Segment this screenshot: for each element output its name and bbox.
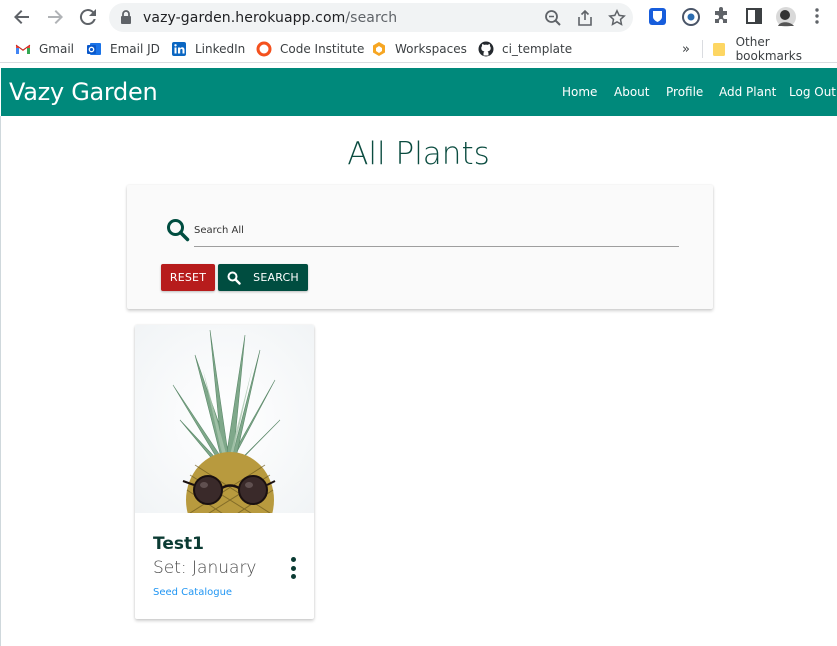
github-icon (478, 41, 494, 57)
lock-icon (120, 10, 132, 29)
nav-add-plant[interactable]: Add Plant (719, 85, 776, 99)
other-bookmarks-folder[interactable]: Other bookmarks (712, 35, 837, 63)
window-edge (0, 116, 1, 646)
card-title: Test1 (153, 534, 204, 554)
back-icon[interactable] (11, 6, 33, 28)
folder-icon (712, 41, 728, 57)
extension-grammarly-icon[interactable] (681, 7, 701, 27)
extension-bitwarden-icon[interactable] (648, 7, 668, 27)
code-institute-icon (256, 41, 272, 57)
search-icon (227, 271, 241, 285)
page-title: All Plants (347, 136, 490, 172)
extensions-puzzle-icon[interactable] (712, 7, 732, 27)
workspaces-icon (371, 41, 387, 57)
profile-avatar-icon[interactable] (776, 7, 796, 27)
bookmark-star-icon[interactable] (608, 9, 626, 27)
nav-home[interactable]: Home (562, 85, 597, 99)
more-vert-icon[interactable] (288, 557, 298, 579)
bookmarks-overflow-button[interactable]: » (682, 40, 690, 58)
search-icon (166, 218, 190, 247)
nav-log-out[interactable]: Log Out (789, 85, 836, 99)
bookmark-code-institute[interactable]: Code Institute (256, 40, 364, 58)
reload-icon[interactable] (77, 6, 99, 28)
linkedin-icon (171, 41, 187, 57)
nav-profile[interactable]: Profile (666, 85, 703, 99)
forward-icon[interactable] (44, 6, 66, 28)
side-panel-icon[interactable] (745, 7, 765, 27)
reset-button[interactable]: RESET (161, 264, 215, 291)
bookmark-ci-template[interactable]: ci_template (478, 40, 572, 58)
url-text: vazy-garden.herokuapp.com/search (143, 10, 398, 26)
bookmark-gmail[interactable]: Gmail (15, 40, 74, 58)
brand-logo[interactable]: Vazy Garden (9, 78, 158, 106)
bookmarks-divider (702, 40, 703, 58)
gmail-icon (15, 41, 31, 57)
browser-toolbar: vazy-garden.herokuapp.com/search (0, 0, 837, 35)
search-input[interactable]: Search All (194, 221, 679, 247)
card-subtitle: Set: January (153, 558, 257, 578)
search-panel: Search All RESET SEARCH (127, 185, 713, 309)
bookmark-workspaces[interactable]: Workspaces (371, 40, 467, 58)
bookmark-linkedin[interactable]: LinkedIn (171, 40, 245, 58)
site-navbar: Vazy Garden Home About Profile Add Plant… (1, 68, 837, 116)
plant-image[interactable] (135, 325, 314, 548)
seed-catalogue-link[interactable]: Seed Catalogue (153, 587, 232, 598)
search-placeholder: Search All (194, 225, 244, 236)
bookmark-email-jd[interactable]: Email JD (86, 40, 160, 58)
search-button[interactable]: SEARCH (218, 264, 308, 291)
share-icon[interactable] (576, 9, 594, 27)
plant-card: Test1 Set: January Seed Catalogue (135, 325, 314, 619)
zoom-icon[interactable] (544, 9, 562, 27)
outlook-icon (86, 41, 102, 57)
browser-menu-icon[interactable] (810, 7, 830, 27)
nav-about[interactable]: About (614, 85, 649, 99)
address-bar[interactable]: vazy-garden.herokuapp.com/search (109, 3, 633, 32)
bookmarks-bar: Gmail Email JD LinkedIn Code Institute W… (0, 35, 837, 63)
